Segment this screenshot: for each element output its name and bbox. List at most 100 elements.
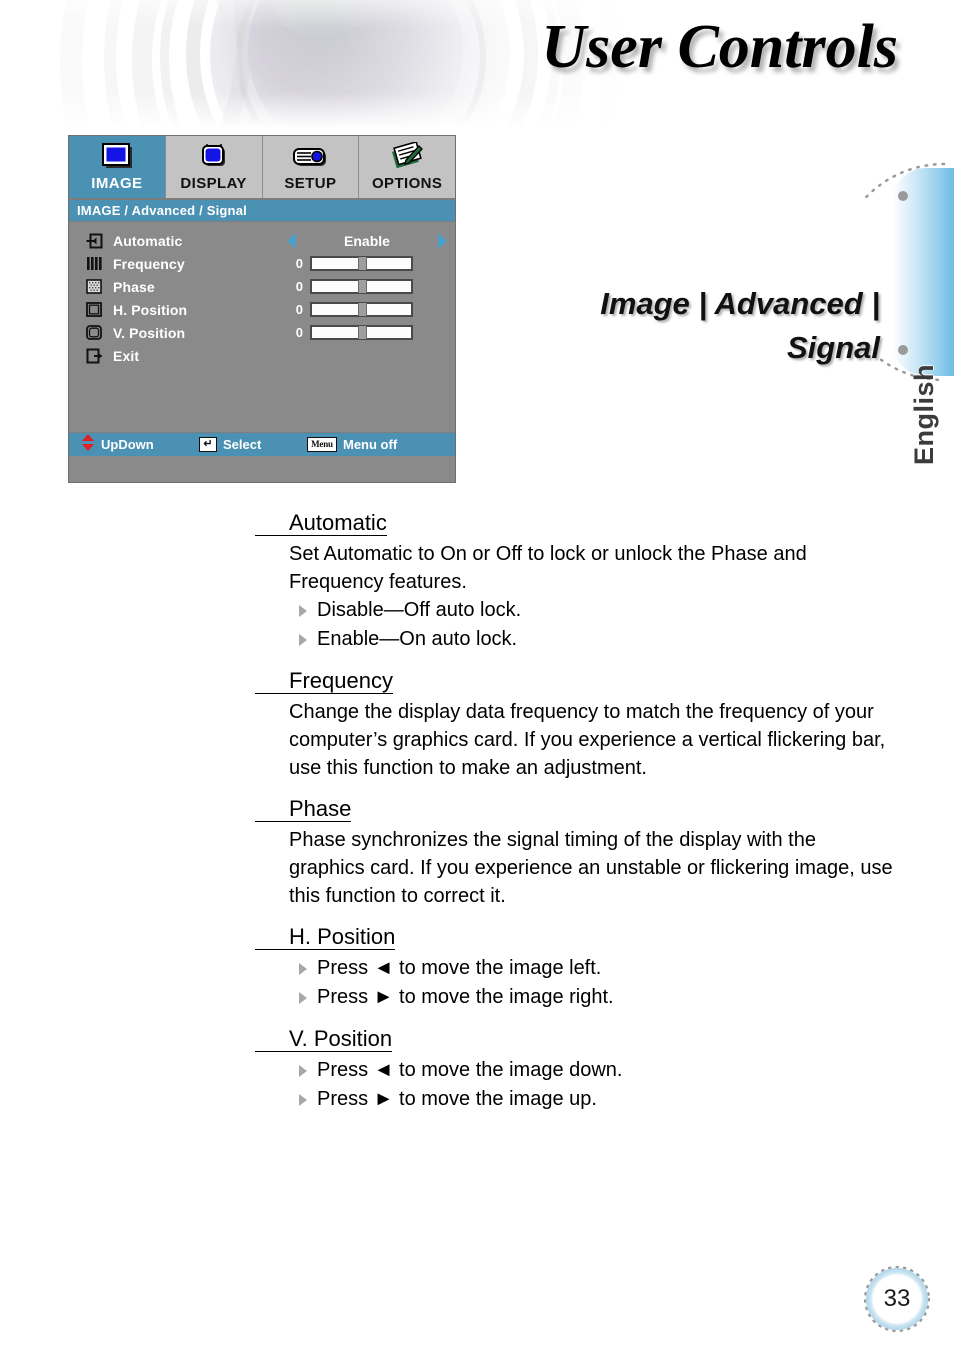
page-root: User Controls English IMAGE DISPLAY SETU… <box>0 0 954 1354</box>
bullet-triangle-icon <box>299 963 307 975</box>
television-icon <box>196 140 232 174</box>
osd-row-label: V. Position <box>113 324 186 341</box>
section-heading: Automatic <box>255 508 387 538</box>
list-item: Press ◄ to move the image down. <box>255 1056 905 1085</box>
osd-hint-updown: UpDown <box>81 433 199 456</box>
language-tab-label: English <box>909 364 939 466</box>
page-number-text: 33 <box>874 1276 920 1322</box>
osd-slider-value: 0 <box>295 325 303 340</box>
section-paragraph: Phase synchronizes the signal timing of … <box>289 829 893 907</box>
section-phase: Phase Phase synchronizes the signal timi… <box>255 794 905 910</box>
osd-tab-bar: IMAGE DISPLAY SETUP OPTIONS <box>69 136 455 200</box>
osd-hint-label: Menu off <box>343 437 398 452</box>
osd-enum-value: Enable <box>344 232 390 249</box>
osd-row-frequency[interactable]: Frequency 0 <box>69 252 455 275</box>
caret-left-icon[interactable] <box>287 232 296 249</box>
osd-row-label: Exit <box>113 347 140 364</box>
section-paragraph: Change the display data frequency to mat… <box>289 701 886 779</box>
list-item: Press ► to move the image up. <box>255 1085 905 1114</box>
bullet-triangle-icon <box>299 1065 307 1077</box>
osd-tab-options[interactable]: OPTIONS <box>359 136 455 198</box>
monitor-icon <box>99 140 135 174</box>
arrow-out-of-box-icon <box>83 348 105 364</box>
section-heading: V. Position <box>255 1024 393 1054</box>
body-content: Automatic Set Automatic to On or Off to … <box>255 508 905 1116</box>
section-bullet-list: Disable—Off auto lock. Enable—On auto lo… <box>255 596 905 654</box>
bullet-triangle-icon <box>299 634 307 646</box>
osd-row-phase[interactable]: Phase 0 <box>69 275 455 298</box>
dotted-square-icon <box>83 279 105 294</box>
osd-slider-value: 0 <box>295 256 303 271</box>
osd-tab-display[interactable]: DISPLAY <box>165 136 263 198</box>
list-item-text: Press ◄ to move the image down. <box>317 1059 623 1081</box>
figure-caption-line2: Signal <box>786 330 880 365</box>
osd-breadcrumb-title: IMAGE / Advanced / Signal <box>69 200 455 222</box>
osd-row-value[interactable]: Enable <box>287 229 447 252</box>
bullet-triangle-icon <box>299 605 307 617</box>
list-item-text: Press ► to move the image right. <box>317 986 614 1008</box>
osd-row-value[interactable]: 0 <box>287 298 447 321</box>
osd-row-value[interactable]: 0 <box>287 252 447 275</box>
figure-caption: Image | Advanced | Signal <box>470 282 880 370</box>
osd-row-value[interactable]: 0 <box>287 321 447 344</box>
osd-tab-label: DISPLAY <box>180 175 247 192</box>
osd-hint-select: ↵ Select <box>199 437 307 452</box>
osd-row-label: H. Position <box>113 301 188 318</box>
list-item-text: Enable—On auto lock. <box>317 628 518 650</box>
list-item: Press ◄ to move the image left. <box>255 954 905 983</box>
list-item: Enable—On auto lock. <box>255 625 905 654</box>
osd-row-label: Frequency <box>113 255 185 272</box>
clipboard-pencil-icon <box>388 140 426 174</box>
arrow-into-box-icon <box>83 233 105 249</box>
osd-hint-menu-off: Menu Menu off <box>307 437 397 452</box>
list-item-text: Press ► to move the image up. <box>317 1088 597 1110</box>
osd-slider-value: 0 <box>295 302 303 317</box>
section-bullet-list: Press ◄ to move the image left. Press ► … <box>255 954 905 1012</box>
language-tab-dot-top <box>898 191 908 201</box>
osd-slider-track[interactable] <box>310 325 413 340</box>
section-bullet-list: Press ◄ to move the image down. Press ► … <box>255 1056 905 1114</box>
osd-row-automatic[interactable]: Automatic Enable <box>69 229 455 252</box>
page-number-badge: 33 <box>863 1265 931 1333</box>
language-tab-dot-bottom <box>898 345 908 355</box>
osd-hint-label: UpDown <box>101 437 154 452</box>
osd-slider-thumb[interactable] <box>358 303 367 316</box>
list-item-text: Disable—Off auto lock. <box>317 599 522 621</box>
projector-icon <box>290 140 330 174</box>
list-item: Press ► to move the image right. <box>255 983 905 1012</box>
section-frequency: Frequency Change the display data freque… <box>255 666 905 782</box>
osd-row-exit[interactable]: Exit <box>69 344 455 367</box>
section-automatic: Automatic Set Automatic to On or Off to … <box>255 508 905 654</box>
osd-row-value[interactable]: 0 <box>287 275 447 298</box>
section-paragraph: Set Automatic to On or Off to lock or un… <box>289 543 807 593</box>
square-outline-icon <box>83 302 105 317</box>
updown-arrows-icon <box>81 433 95 456</box>
osd-slider-thumb[interactable] <box>358 280 367 293</box>
osd-row-h-position[interactable]: H. Position 0 <box>69 298 455 321</box>
osd-footer-hints: UpDown ↵ Select Menu Menu off <box>69 432 455 456</box>
caret-right-icon[interactable] <box>438 232 447 249</box>
osd-slider-track[interactable] <box>310 279 413 294</box>
bullet-triangle-icon <box>299 992 307 1004</box>
osd-row-label: Automatic <box>113 232 183 249</box>
list-item: Disable—Off auto lock. <box>255 596 905 625</box>
section-heading: Phase <box>255 794 352 824</box>
enter-key-icon: ↵ <box>199 437 217 452</box>
osd-slider-track[interactable] <box>310 256 413 271</box>
section-heading: Frequency <box>255 666 393 696</box>
osd-tab-setup[interactable]: SETUP <box>262 136 360 198</box>
rounded-square-icon <box>83 325 105 340</box>
osd-slider-thumb[interactable] <box>358 326 367 339</box>
osd-slider-value: 0 <box>295 279 303 294</box>
section-v-position: V. Position Press ◄ to move the image do… <box>255 1024 905 1114</box>
osd-row-v-position[interactable]: V. Position 0 <box>69 321 455 344</box>
osd-tab-image[interactable]: IMAGE <box>69 136 166 198</box>
osd-slider-thumb[interactable] <box>358 257 367 270</box>
osd-hint-label: Select <box>223 437 262 452</box>
osd-body: Automatic Enable Frequency 0 Phase 0 H. … <box>69 222 455 456</box>
menu-key-icon: Menu <box>307 437 337 452</box>
osd-slider-track[interactable] <box>310 302 413 317</box>
page-header: User Controls <box>0 0 954 128</box>
figure-caption-line1: Image | Advanced | <box>600 286 880 321</box>
page-title: User Controls <box>541 13 898 81</box>
